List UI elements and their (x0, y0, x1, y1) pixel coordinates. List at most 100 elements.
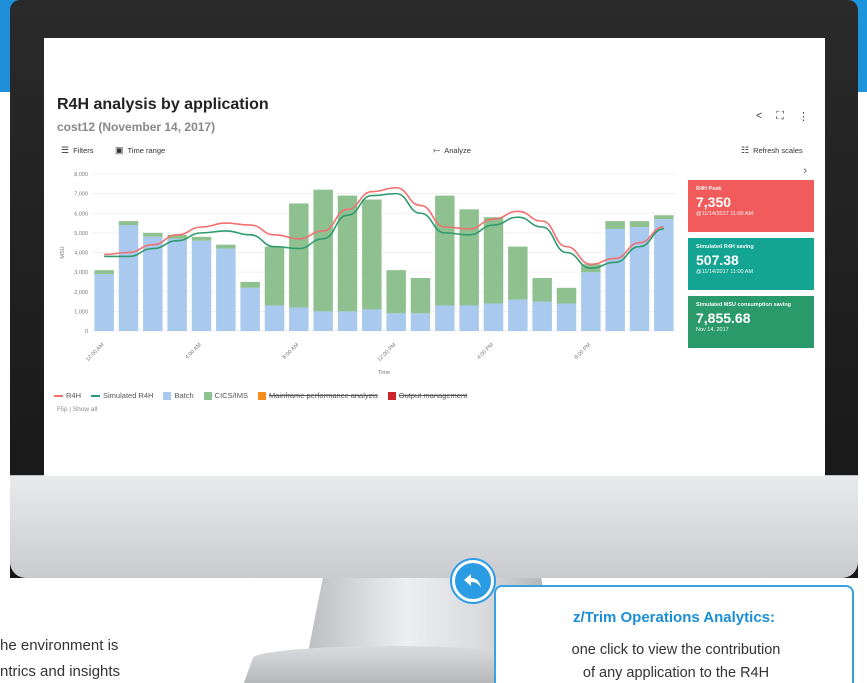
bar-segment (94, 270, 114, 275)
bar-segment (216, 244, 236, 249)
bar-segment (556, 287, 577, 304)
expand-icon[interactable]: ⛶ (776, 110, 784, 123)
bar-segment (483, 303, 504, 331)
bar-segment (264, 305, 285, 331)
kpi-value: 7,350 (696, 194, 732, 210)
analyze-button[interactable]: ⤚ Analyze (433, 145, 471, 156)
filters-label: Filters (73, 146, 94, 155)
kpi-label: Simulated MSU consumption saving (696, 302, 792, 308)
bar-segment (313, 189, 333, 312)
legend-item[interactable]: CICS/IMS (203, 391, 248, 400)
bar-segment (143, 236, 163, 331)
legend-label: CICS/IMS (214, 391, 248, 400)
time-range-label: Time range (127, 146, 166, 155)
callout-box: z/Trim Operations Analytics: one click t… (494, 585, 854, 683)
refresh-scales-label: Refresh scales (753, 146, 803, 155)
bar-segment (410, 313, 431, 331)
legend-label: R4H (66, 391, 82, 400)
bar-segment (435, 305, 455, 331)
x-tick-label: 4:00 PM (476, 342, 495, 361)
bar-segment (264, 246, 285, 306)
bar-segment (605, 221, 625, 229)
time-range-button[interactable]: ▣ Time range (115, 145, 165, 156)
kpi-subtext: Nov 14, 2017 (696, 327, 729, 333)
y-tick-label: 2,000 (74, 290, 88, 296)
bar-segment (629, 221, 650, 227)
legend-item[interactable]: Output management (387, 391, 468, 400)
report-actions: < ⛶ ⋮ (756, 110, 809, 123)
kpi-simulated-r4h-saving: Simulated R4H saving 507.38 @11/14/2017 … (688, 238, 814, 290)
y-tick-label: 7,000 (74, 192, 88, 198)
bar-segment (386, 313, 406, 331)
chevron-right-icon[interactable]: › (803, 165, 807, 177)
callout-line: of any application to the R4H (582, 665, 770, 681)
intro-line: he environment is (0, 637, 119, 654)
bar-segment (191, 240, 212, 331)
bar-segment (556, 303, 577, 331)
filters-button[interactable]: ☰ Filters (61, 145, 94, 156)
bar-segment (532, 301, 552, 331)
list-icon: ☷ (741, 145, 750, 155)
flip-show-all[interactable]: Flip | Show all (57, 406, 97, 413)
legend-swatch (203, 391, 212, 400)
kpi-subtext: @11/14/2017 11:00 AM (696, 211, 754, 217)
bar-segment (459, 209, 479, 306)
bar-segment (337, 311, 358, 331)
report-toolbar: ☰ Filters ▣ Time range ⤚ Analyze ☷ Refre… (57, 145, 814, 159)
x-tick-label: 8:00 AM (282, 342, 301, 361)
monitor-stand-base (242, 646, 528, 683)
legend-swatch (163, 391, 172, 400)
intro-text: he environment is ntrics and insights (0, 633, 120, 683)
bar-segment (289, 307, 309, 331)
reply-arrow-icon (464, 574, 481, 588)
app-screen: R4H analysis by application cost12 (Nove… (44, 38, 825, 476)
x-axis-label: Time (378, 370, 390, 376)
y-tick-label: 8,000 (74, 172, 88, 178)
legend-label: Simulated R4H (103, 391, 154, 400)
bar-segment (654, 215, 674, 220)
bar-segment (362, 309, 382, 331)
y-tick-label: 0 (85, 329, 88, 335)
refresh-scales-button[interactable]: ☷ Refresh scales (741, 145, 803, 156)
kpi-value: 507.38 (696, 252, 739, 268)
legend-swatch (91, 394, 101, 397)
report-subtitle: cost12 (November 14, 2017) (57, 120, 216, 134)
legend-swatch (54, 394, 63, 397)
legend-item[interactable]: R4H (54, 391, 81, 400)
bar-segment (313, 311, 333, 331)
legend-item[interactable]: Batch (163, 391, 194, 400)
intro-line: ntrics and insights (0, 663, 121, 680)
bar-segment (118, 221, 139, 226)
report-title: R4H analysis by application (57, 96, 269, 113)
bar-segment (532, 278, 552, 302)
legend-item[interactable]: Simulated R4H (91, 391, 153, 400)
x-tick-label: 12:00 PM (377, 342, 398, 363)
filter-icon: ☰ (61, 145, 70, 155)
kpi-label: R4H Peak (696, 186, 722, 192)
kpi-msu-consumption-saving: Simulated MSU consumption saving 7,855.6… (688, 296, 814, 348)
legend-label: Mainframe performance analyzis (269, 391, 378, 400)
x-tick-label: 8:00 PM (574, 342, 593, 361)
x-tick-label: 4:00 AM (184, 342, 203, 361)
legend-label: Output management (398, 391, 468, 400)
y-tick-label: 1,000 (74, 309, 88, 315)
bar-segment (410, 278, 431, 314)
bar-segment (435, 195, 455, 306)
analyze-label: Analyze (444, 146, 471, 155)
bar-segment (483, 217, 504, 304)
legend-swatch (258, 391, 266, 400)
bar-segment (605, 228, 625, 331)
y-tick-label: 4,000 (74, 251, 88, 257)
bar-segment (118, 225, 139, 331)
bar-segment (581, 272, 601, 331)
bar-segment (143, 232, 163, 237)
chart-legend: R4H Simulated R4H Batch CICS/IMS Mainframe p… (54, 391, 467, 400)
back-arrow-button[interactable] (452, 560, 494, 602)
bar-segment (240, 281, 260, 288)
bar-segment (191, 236, 212, 241)
more-options-icon[interactable]: ⋮ (798, 110, 809, 123)
share-icon[interactable]: < (756, 110, 762, 123)
legend-item[interactable]: Mainframe performance analyzis (258, 391, 378, 400)
legend-label: Batch (174, 391, 194, 400)
marketing-stage: R4H analysis by application cost12 (Nove… (0, 0, 867, 683)
